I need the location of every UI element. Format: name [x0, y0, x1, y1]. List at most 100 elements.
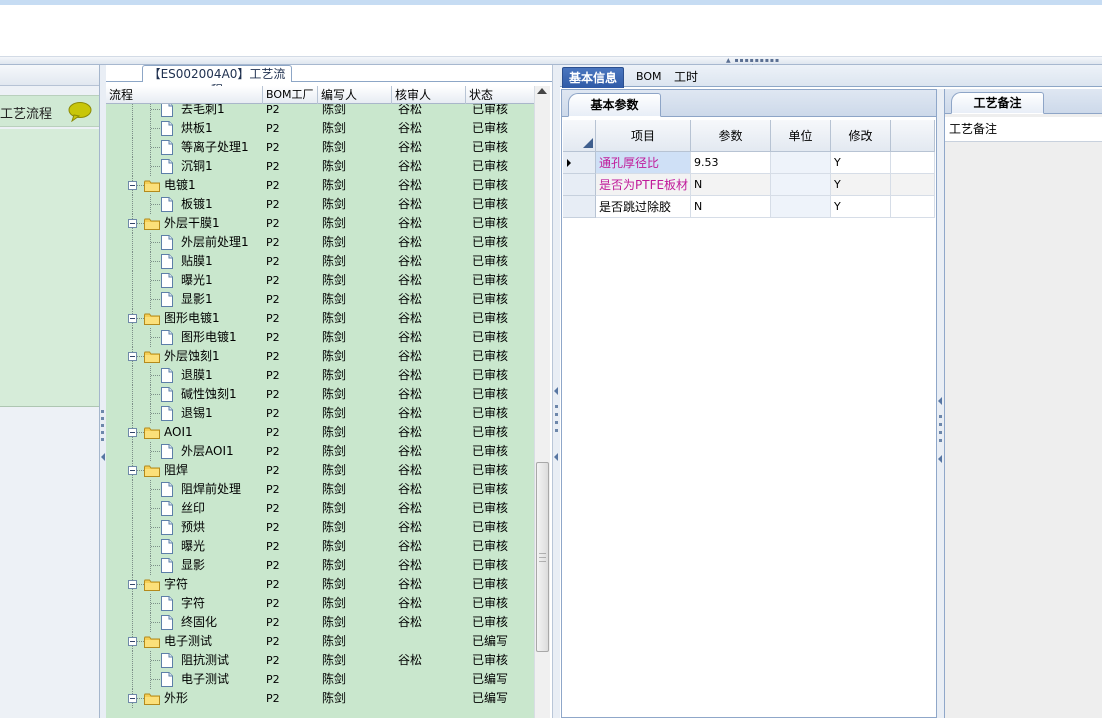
- grid-cell-unit[interactable]: [771, 152, 831, 174]
- folder-icon: [144, 579, 160, 591]
- collapse-node-icon[interactable]: [128, 219, 137, 228]
- tab-basic-params[interactable]: 基本参数: [568, 93, 661, 117]
- tree-row[interactable]: 电子测试 P2 陈剑 已编写: [106, 670, 534, 689]
- collapse-node-icon[interactable]: [128, 637, 137, 646]
- nav-item-process-flow[interactable]: 工艺流程: [0, 95, 99, 127]
- bom-factory-cell: P2: [266, 350, 280, 363]
- collapse-left-icon[interactable]: [938, 397, 942, 405]
- grid-cell-item[interactable]: 通孔厚径比: [596, 152, 691, 174]
- tree-row[interactable]: 阻焊 P2 陈剑 谷松 已审核: [106, 461, 534, 480]
- splitter-grip-icon[interactable]: ▲ ▪▪▪▪▪▪▪▪▪ ▲: [722, 58, 784, 70]
- collapse-node-icon[interactable]: [128, 694, 137, 703]
- grid-row[interactable]: 是否跳过除胶 N Y: [563, 196, 935, 218]
- collapse-left-icon[interactable]: [554, 387, 558, 395]
- tree-row[interactable]: 外形 P2 陈剑 已编写: [106, 689, 534, 708]
- process-tree-body: 去毛刺1 P2 陈剑 谷松 已审核 烘板1 P2 陈剑 谷松 已审核 等离子处理1 P2 陈剑 谷松 已审核…: [106, 104, 534, 718]
- tab-bom[interactable]: BOM: [630, 67, 668, 87]
- tree-row[interactable]: 字符 P2 陈剑 谷松 已审核: [106, 594, 534, 613]
- tree-row[interactable]: AOI1 P2 陈剑 谷松 已审核: [106, 423, 534, 442]
- grid-row[interactable]: 是否为PTFE板材 N Y: [563, 174, 935, 196]
- grid-cell-param[interactable]: N: [691, 196, 771, 218]
- tree-row[interactable]: 外层干膜1 P2 陈剑 谷松 已审核: [106, 214, 534, 233]
- tree-row[interactable]: 曝光 P2 陈剑 谷松 已审核: [106, 537, 534, 556]
- grid-cell-modify[interactable]: Y: [831, 174, 891, 196]
- tree-row[interactable]: 等离子处理1 P2 陈剑 谷松 已审核: [106, 138, 534, 157]
- collapse-left-icon[interactable]: [101, 453, 105, 461]
- tree-row[interactable]: 阻焊前处理 P2 陈剑 谷松 已审核: [106, 480, 534, 499]
- vertical-splitter-right[interactable]: [937, 89, 944, 718]
- column-header-reviewer[interactable]: 核审人: [392, 86, 466, 104]
- grid-cell-unit[interactable]: [771, 196, 831, 218]
- grid-cell-item[interactable]: 是否为PTFE板材: [596, 174, 691, 196]
- collapse-left-icon[interactable]: [938, 455, 942, 463]
- tree-row[interactable]: 贴膜1 P2 陈剑 谷松 已审核: [106, 252, 534, 271]
- column-header-status[interactable]: 状态: [466, 86, 534, 104]
- tree-row[interactable]: 图形电镀1 P2 陈剑 谷松 已审核: [106, 328, 534, 347]
- grid-cell-modify[interactable]: Y: [831, 152, 891, 174]
- writer-cell: 陈剑: [322, 292, 347, 306]
- grid-header-param[interactable]: 参数: [691, 120, 771, 152]
- tree-row[interactable]: 外层前处理1 P2 陈剑 谷松 已审核: [106, 233, 534, 252]
- tab-work-hours[interactable]: 工时: [668, 67, 704, 87]
- tree-row[interactable]: 退锡1 P2 陈剑 谷松 已审核: [106, 404, 534, 423]
- tree-row[interactable]: 曝光1 P2 陈剑 谷松 已审核: [106, 271, 534, 290]
- writer-cell: 陈剑: [322, 254, 347, 268]
- grid-header-item[interactable]: 项目: [596, 120, 691, 152]
- scroll-up-icon[interactable]: [537, 88, 547, 94]
- tree-row[interactable]: 碱性蚀刻1 P2 陈剑 谷松 已审核: [106, 385, 534, 404]
- collapse-left-icon[interactable]: [554, 453, 558, 461]
- collapse-node-icon[interactable]: [128, 580, 137, 589]
- tree-row[interactable]: 丝印 P2 陈剑 谷松 已审核: [106, 499, 534, 518]
- grid-cell-modify[interactable]: Y: [831, 196, 891, 218]
- tree-row[interactable]: 烘板1 P2 陈剑 谷松 已审核: [106, 119, 534, 138]
- grid-cell-unit[interactable]: [771, 174, 831, 196]
- tree-row[interactable]: 图形电镀1 P2 陈剑 谷松 已审核: [106, 309, 534, 328]
- scrollbar-thumb[interactable]: ― ― ―: [536, 462, 549, 652]
- collapse-node-icon[interactable]: [128, 428, 137, 437]
- tree-row[interactable]: 阻抗测试 P2 陈剑 谷松 已审核: [106, 651, 534, 670]
- column-header-bom-factory[interactable]: BOM工厂: [263, 86, 318, 104]
- column-header-flow[interactable]: 流程: [106, 86, 263, 104]
- grid-cell-param[interactable]: 9.53: [691, 152, 771, 174]
- collapse-node-icon[interactable]: [128, 181, 137, 190]
- tree-node-label: 曝光1: [181, 273, 213, 287]
- row-selector[interactable]: [563, 152, 596, 174]
- grid-cell-param[interactable]: N: [691, 174, 771, 196]
- tree-node-label: 退锡1: [181, 406, 213, 420]
- tree-row[interactable]: 预烘 P2 陈剑 谷松 已审核: [106, 518, 534, 537]
- tree-row[interactable]: 显影1 P2 陈剑 谷松 已审核: [106, 290, 534, 309]
- tab-process-notes[interactable]: 工艺备注: [951, 92, 1044, 114]
- collapse-node-icon[interactable]: [128, 352, 137, 361]
- collapse-node-icon[interactable]: [128, 314, 137, 323]
- tree-row[interactable]: 沉铜1 P2 陈剑 谷松 已审核: [106, 157, 534, 176]
- row-selector[interactable]: [563, 196, 596, 218]
- row-selector[interactable]: [563, 174, 596, 196]
- tab-basic-info[interactable]: 基本信息: [562, 67, 625, 88]
- tree-row[interactable]: 电镀1 P2 陈剑 谷松 已审核: [106, 176, 534, 195]
- tree-row[interactable]: 电子测试 P2 陈剑 已编写: [106, 632, 534, 651]
- tree-scrollbar[interactable]: ― ― ―: [534, 86, 550, 718]
- tree-row[interactable]: 显影 P2 陈剑 谷松 已审核: [106, 556, 534, 575]
- tree-row[interactable]: 终固化 P2 陈剑 谷松 已审核: [106, 613, 534, 632]
- tree-row[interactable]: 外层蚀刻1 P2 陈剑 谷松 已审核: [106, 347, 534, 366]
- collapse-node-icon[interactable]: [128, 466, 137, 475]
- tree-row[interactable]: 去毛刺1 P2 陈剑 谷松 已审核: [106, 104, 534, 119]
- grid-header-modify[interactable]: 修改: [831, 120, 891, 152]
- grid-row[interactable]: 通孔厚径比 9.53 Y: [563, 152, 935, 174]
- grid-cell-item[interactable]: 是否跳过除胶: [596, 196, 691, 218]
- tree-row[interactable]: 板镀1 P2 陈剑 谷松 已审核: [106, 195, 534, 214]
- tree-panel-tab[interactable]: 【ES002004A0】工艺流程: [142, 65, 292, 97]
- tree-row[interactable]: 外层AOI1 P2 陈剑 谷松 已审核: [106, 442, 534, 461]
- tree-guide-line: [132, 138, 133, 157]
- tree-row[interactable]: 字符 P2 陈剑 谷松 已审核: [106, 575, 534, 594]
- horizontal-splitter[interactable]: [0, 57, 1102, 65]
- column-header-writer[interactable]: 编写人: [318, 86, 392, 104]
- splitter-grip-icon: [101, 417, 104, 420]
- folder-icon: [144, 218, 160, 230]
- document-icon: [161, 140, 173, 155]
- grid-corner[interactable]: [563, 120, 596, 152]
- grid-header-unit[interactable]: 单位: [771, 120, 831, 152]
- tree-row[interactable]: 退膜1 P2 陈剑 谷松 已审核: [106, 366, 534, 385]
- notes-label: 工艺备注: [945, 117, 1102, 142]
- vertical-splitter-middle[interactable]: [552, 65, 560, 718]
